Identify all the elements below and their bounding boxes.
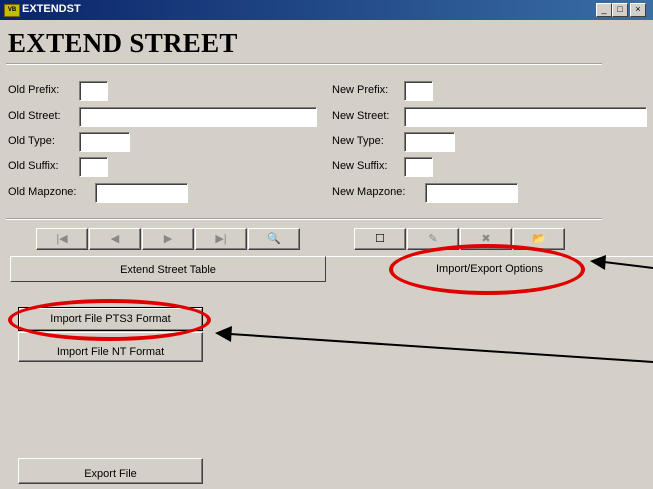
arrow-head bbox=[215, 326, 232, 342]
arrow-line bbox=[229, 333, 653, 363]
arrow-head bbox=[590, 255, 606, 270]
arrow-line bbox=[603, 261, 653, 269]
annotation-arrows bbox=[215, 255, 653, 363]
